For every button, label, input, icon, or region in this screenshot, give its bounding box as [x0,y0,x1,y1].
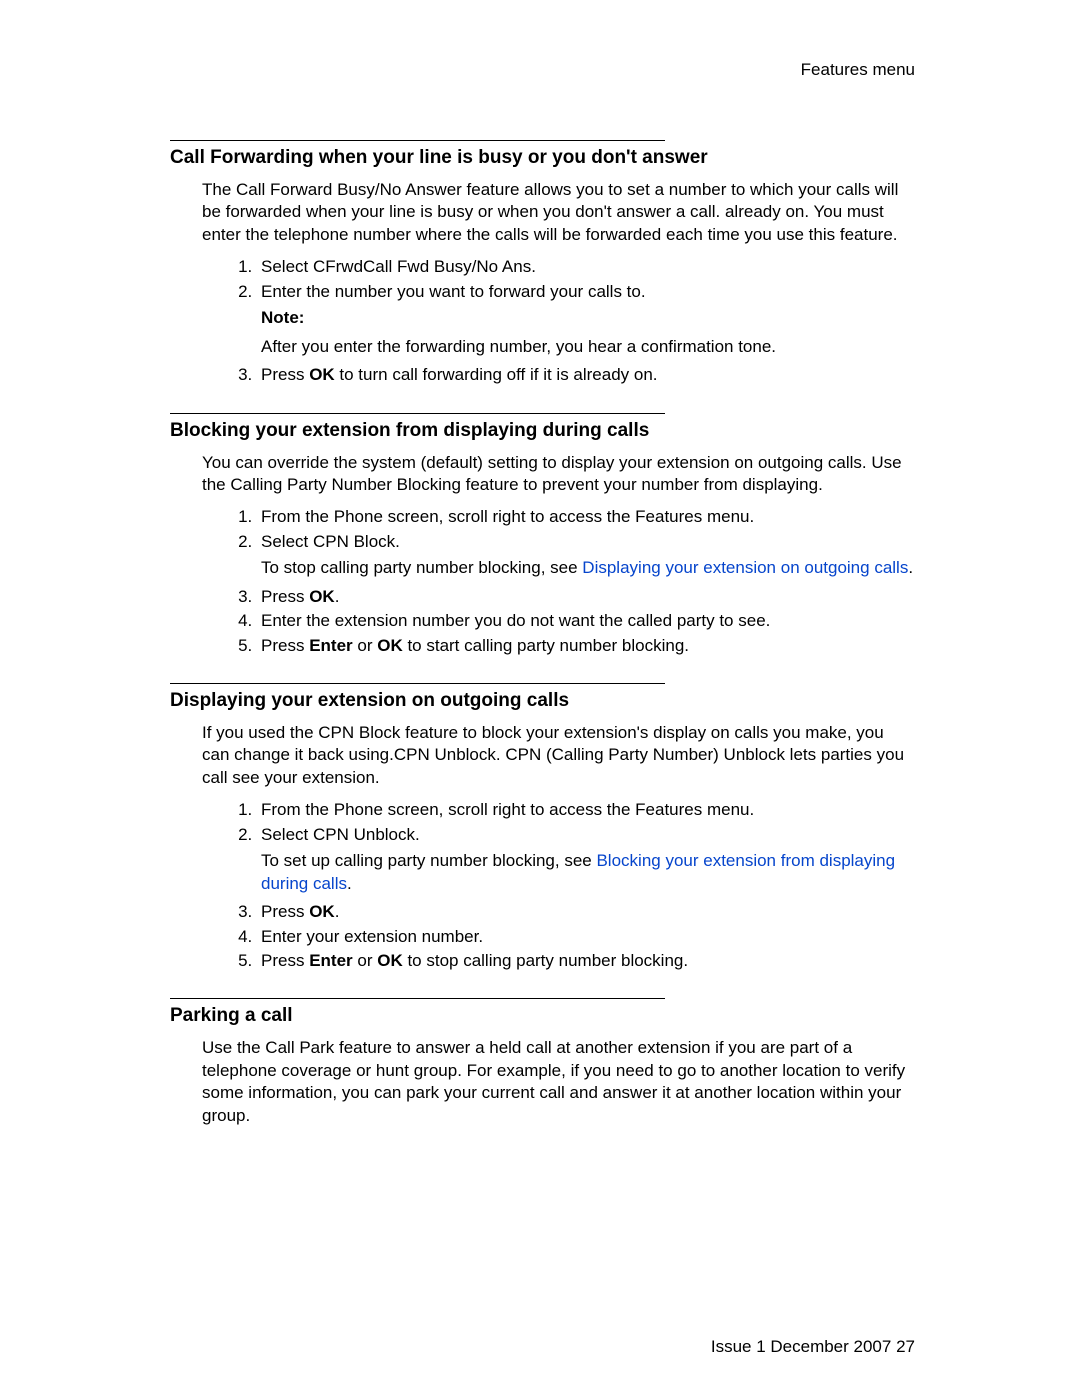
page-footer: Issue 1 December 2007 27 [711,1337,915,1357]
step-text: Select CPN Block. [261,532,400,551]
list-item: Press OK to turn call forwarding off if … [257,364,915,386]
list-item: From the Phone screen, scroll right to a… [257,799,915,821]
section2-paragraph: You can override the system (default) se… [202,452,915,497]
footer-issue: Issue 1 December 2007 [711,1337,892,1356]
note-body: After you enter the forwarding number, y… [261,336,915,358]
section-title-blocking: Blocking your extension from displaying … [170,420,915,442]
step-text: Press [261,365,309,384]
section-title-parking: Parking a call [170,1005,915,1027]
bold-ok: OK [309,587,335,606]
section-title-displaying: Displaying your extension on outgoing ca… [170,690,915,712]
list-item: Enter the extension number you do not wa… [257,610,915,632]
list-item: Select CFrwdCall Fwd Busy/No Ans. [257,256,915,278]
bold-ok: OK [309,902,335,921]
list-item: Select CPN Unblock. To set up calling pa… [257,824,915,895]
step-sub-text: . [347,874,352,893]
section1-paragraph: The Call Forward Busy/No Answer feature … [202,179,915,246]
step-text: to turn call forwarding off if it is alr… [335,365,658,384]
step-text: Enter the number you want to forward you… [261,282,646,301]
section-divider [170,413,665,414]
step-sub-text: . [908,558,913,577]
list-item: Press Enter or OK to stop calling party … [257,950,915,972]
section-divider [170,998,665,999]
note-label: Note: [261,308,304,327]
list-item: Press Enter or OK to start calling party… [257,635,915,657]
bold-enter: Enter [309,951,352,970]
section4-paragraph: Use the Call Park feature to answer a he… [202,1037,915,1127]
bold-ok: OK [377,636,403,655]
step-text: From the Phone screen, scroll right to a… [261,507,754,526]
list-item: From the Phone screen, scroll right to a… [257,506,915,528]
bold-enter: Enter [309,636,352,655]
bold-ok: OK [309,365,335,384]
list-item: Enter the number you want to forward you… [257,281,915,358]
step-text: Select CFrwdCall Fwd Busy/No Ans. [261,257,536,276]
step-text: Select CPN Unblock. [261,825,420,844]
step-text: to stop calling party number blocking. [403,951,688,970]
section-divider [170,140,665,141]
page-header-title: Features menu [170,60,915,80]
step-text: . [335,902,340,921]
list-item: Select CPN Block. To stop calling party … [257,531,915,580]
list-item: Press OK. [257,901,915,923]
link-displaying-extension[interactable]: Displaying your extension on outgoing ca… [582,558,908,577]
step-text: . [335,587,340,606]
bold-ok: OK [377,951,403,970]
list-item: Press OK. [257,586,915,608]
step-text: or [353,951,378,970]
section-title-call-forwarding: Call Forwarding when your line is busy o… [170,147,915,169]
step-text: to start calling party number blocking. [403,636,689,655]
step-sub-text: To stop calling party number blocking, s… [261,558,582,577]
step-text: or [353,636,378,655]
step-text: Press [261,587,309,606]
step-text: Press [261,902,309,921]
section3-paragraph: If you used the CPN Block feature to blo… [202,722,915,789]
step-sub-text: To set up calling party number blocking,… [261,851,596,870]
step-text: Press [261,951,309,970]
step-text: Enter your extension number. [261,927,483,946]
step-text: Press [261,636,309,655]
step-text: Enter the extension number you do not wa… [261,611,770,630]
footer-page-number: 27 [896,1337,915,1356]
section-divider [170,683,665,684]
step-text: From the Phone screen, scroll right to a… [261,800,754,819]
list-item: Enter your extension number. [257,926,915,948]
